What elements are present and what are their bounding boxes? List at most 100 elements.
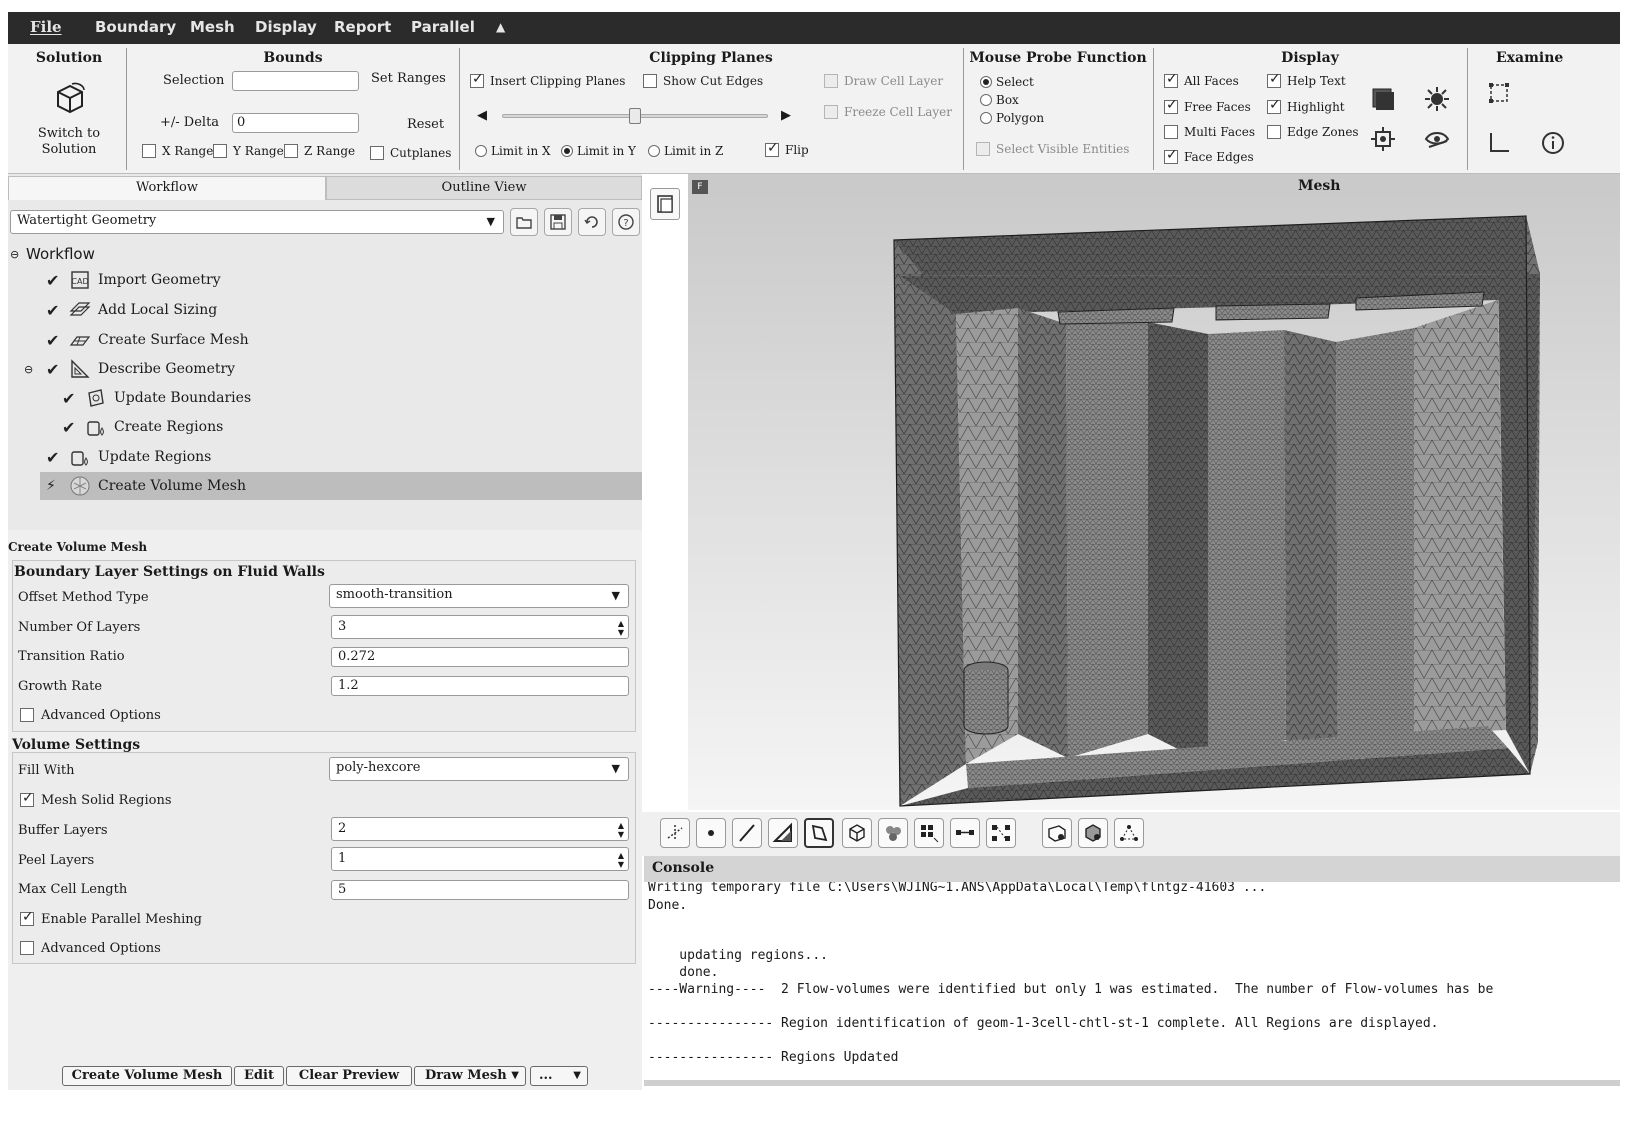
mesh-solid-regions-checkbox[interactable] [20, 790, 34, 807]
probe-box-radio[interactable] [980, 94, 992, 106]
face-select-icon[interactable] [768, 818, 798, 848]
edit-button[interactable]: Edit [234, 1066, 284, 1086]
limit-x-radio[interactable] [475, 145, 487, 157]
object-select-icon[interactable] [878, 818, 908, 848]
workflow-type-dropdown[interactable]: Watertight Geometry ▼ [10, 210, 504, 234]
info-icon[interactable] [1538, 128, 1568, 158]
collapse-ribbon-icon[interactable]: ▲ [496, 20, 505, 34]
tree-item-import-geometry[interactable]: ✔ CAD Import Geometry [46, 266, 221, 294]
tree-item-create-regions[interactable]: ✔ Create Regions [62, 413, 223, 441]
free-faces-checkbox[interactable] [1164, 97, 1178, 114]
tree-item-create-surface-mesh[interactable]: ✔ Create Surface Mesh [46, 326, 249, 354]
tab-outline-view[interactable]: Outline View [326, 176, 642, 200]
draw-cell-layer-checkbox[interactable] [824, 74, 838, 88]
vol-advanced-options-checkbox[interactable] [20, 941, 34, 955]
lights-icon[interactable] [1422, 84, 1452, 114]
flip-checkbox[interactable] [765, 140, 779, 157]
menu-report[interactable]: Report [334, 18, 391, 36]
eye-icon[interactable] [1422, 124, 1452, 154]
collapse-icon[interactable]: ⊖ [10, 248, 26, 261]
console-scrollbar[interactable] [644, 1080, 1620, 1086]
slider-left-arrow-icon[interactable]: ◀ [477, 108, 487, 123]
transition-ratio-input[interactable]: 0.272 [331, 647, 629, 667]
view-iso-icon[interactable] [1078, 818, 1108, 848]
tree-item-create-volume-mesh[interactable]: ⚡ Create Volume Mesh [40, 472, 642, 500]
tree-item-describe-geometry[interactable]: ⊖ ✔ Describe Geometry [24, 355, 235, 383]
bounding-box-icon[interactable] [1484, 78, 1514, 108]
menu-display[interactable]: Display [255, 18, 317, 36]
face-edges-checkbox[interactable] [1164, 147, 1178, 164]
highlight-checkbox[interactable] [1267, 97, 1281, 114]
clipping-slider-thumb[interactable] [629, 108, 641, 124]
help-button[interactable]: ? [612, 208, 640, 236]
more-button[interactable]: ... ▼ [530, 1066, 588, 1086]
z-range-checkbox[interactable] [284, 144, 298, 158]
growth-rate-input[interactable]: 1.2 [331, 676, 629, 696]
max-cell-length-input[interactable]: 5 [331, 880, 629, 900]
probe-select-radio[interactable] [980, 76, 992, 88]
limit-z-radio[interactable] [648, 145, 660, 157]
clear-preview-button[interactable]: Clear Preview [286, 1066, 412, 1086]
reset-button[interactable]: Reset [407, 117, 444, 132]
limit-y-radio[interactable] [561, 145, 573, 157]
tree-item-update-regions[interactable]: ✔ Update Regions [46, 443, 211, 471]
freeze-cell-layer-checkbox[interactable] [824, 105, 838, 119]
bl-advanced-options-checkbox[interactable] [20, 708, 34, 722]
save-workflow-button[interactable] [544, 208, 572, 236]
set-ranges-button[interactable]: Set Ranges [371, 71, 446, 86]
measure-icon[interactable] [1484, 128, 1514, 158]
parallel-meshing-checkbox[interactable] [20, 909, 34, 926]
buffer-layers-stepper[interactable]: 2 ▲ ▼ [331, 817, 629, 841]
multi-select-icon[interactable] [914, 818, 944, 848]
revert-workflow-button[interactable] [578, 208, 606, 236]
open-workflow-button[interactable] [510, 208, 538, 236]
offset-method-dropdown[interactable]: smooth-transition ▼ [329, 584, 629, 608]
fill-with-dropdown[interactable]: poly-hexcore ▼ [329, 757, 629, 781]
display-color-icon[interactable] [1368, 84, 1398, 114]
axes-icon[interactable] [660, 818, 690, 848]
y-range-checkbox[interactable] [213, 144, 227, 158]
console-output[interactable]: Writing temporary file C:\Users\WJING~1.… [644, 882, 1620, 1086]
draw-mesh-button[interactable]: Draw Mesh ▼ [414, 1066, 526, 1086]
connect-icon[interactable] [950, 818, 980, 848]
switch-to-solution-button[interactable]: Switch to Solution [16, 74, 122, 164]
cell-select-icon[interactable] [842, 818, 872, 848]
menu-parallel[interactable]: Parallel [411, 18, 475, 36]
slider-right-arrow-icon[interactable]: ▶ [781, 108, 791, 123]
point-select-icon[interactable] [696, 818, 726, 848]
view-layout-button[interactable] [650, 188, 680, 220]
menu-mesh[interactable]: Mesh [190, 18, 235, 36]
tree-item-add-local-sizing[interactable]: ✔ Add Local Sizing [46, 296, 217, 324]
select-visible-checkbox[interactable] [976, 142, 990, 156]
insert-clipping-checkbox[interactable] [470, 71, 484, 88]
all-faces-checkbox[interactable] [1164, 71, 1178, 88]
help-text-checkbox[interactable] [1267, 71, 1281, 88]
delta-input[interactable]: 0 [232, 113, 359, 133]
multi-faces-checkbox[interactable] [1164, 125, 1178, 139]
x-range-checkbox[interactable] [142, 144, 156, 158]
distance-icon[interactable] [986, 818, 1016, 848]
cutplanes-checkbox[interactable] [370, 146, 384, 160]
collapse-icon[interactable]: ⊖ [24, 363, 46, 376]
tree-root-workflow[interactable]: ⊖ Workflow [10, 240, 95, 268]
view-front-icon[interactable] [1042, 818, 1072, 848]
tree-item-update-boundaries[interactable]: ✔ Update Boundaries [62, 384, 251, 412]
mesh-settings-icon[interactable] [1368, 124, 1398, 154]
show-cut-edges-checkbox[interactable] [643, 74, 657, 88]
peel-layers-stepper[interactable]: 1 ▲ ▼ [331, 847, 629, 871]
edge-zones-checkbox[interactable] [1267, 125, 1281, 139]
tab-workflow[interactable]: Workflow [8, 176, 326, 200]
spin-arrows-icon[interactable]: ▲ ▼ [618, 821, 624, 839]
spin-arrows-icon[interactable]: ▲ ▼ [618, 851, 624, 869]
menu-file[interactable]: File [30, 18, 62, 36]
spin-arrows-icon[interactable]: ▲ ▼ [618, 619, 624, 637]
view-fit-icon[interactable] [1114, 818, 1144, 848]
zone-select-icon[interactable] [804, 818, 834, 848]
graphics-window[interactable]: F Mesh [688, 174, 1620, 810]
menu-boundary[interactable]: Boundary [95, 18, 176, 36]
edge-select-icon[interactable] [732, 818, 762, 848]
selection-input[interactable] [232, 71, 359, 91]
clipping-slider[interactable] [502, 106, 768, 126]
probe-polygon-radio[interactable] [980, 112, 992, 124]
create-volume-mesh-button[interactable]: Create Volume Mesh [62, 1066, 232, 1086]
